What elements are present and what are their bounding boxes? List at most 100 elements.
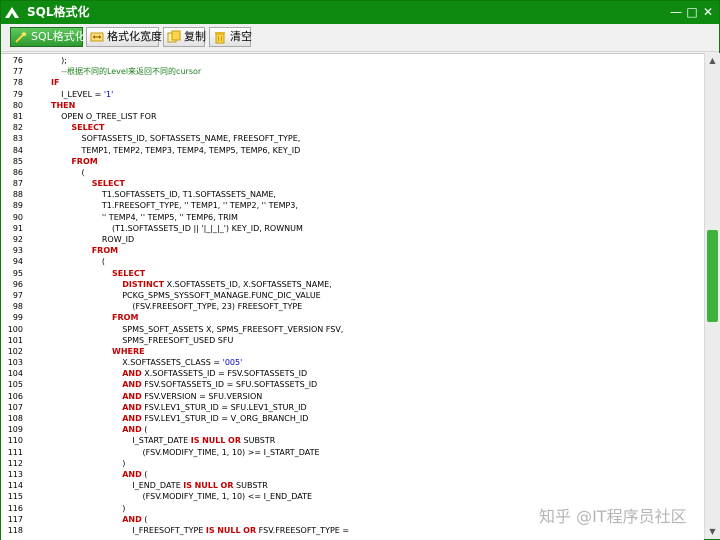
watermark: 知乎 @IT程序员社区 (539, 507, 687, 526)
code-line: 88 T1.SOFTASSETS_ID, T1.SOFTASSETS_NAME, (1, 189, 704, 200)
line-number: 79 (12, 89, 23, 99)
code-line: 82 SELECT (1, 122, 704, 133)
line-number: 84 (12, 145, 23, 155)
code-line: 94 ( (1, 256, 704, 267)
line-number: 108 (7, 414, 23, 423)
line-text: SOFTASSETS_ID, SOFTASSETS_NAME, FREESOFT… (51, 134, 301, 144)
line-number: 104 (7, 369, 23, 379)
line-number: 93 (12, 246, 23, 256)
copy-label: 复制 (184, 30, 206, 43)
code-line: 105 AND FSV.SOFTASSETS_ID = SFU.SOFTASSE… (1, 379, 704, 390)
line-text: ) (51, 503, 126, 513)
copy-button[interactable]: 复制 (163, 27, 206, 47)
code-line: 93 FROM (1, 245, 704, 256)
line-text: SELECT (91, 179, 125, 189)
code-line: 78 IF (1, 77, 704, 88)
code-line: 95 SELECT (1, 268, 704, 279)
line-text: SELECT (112, 268, 146, 278)
line-number: 112 (7, 458, 23, 468)
code-line: 100 SPMS_SOFT_ASSETS X, SPMS_FREESOFT_VE… (1, 324, 704, 335)
line-text: WHERE (112, 346, 145, 356)
line-number: 76 (12, 56, 23, 65)
scroll-down-icon[interactable]: ▼ (705, 524, 720, 539)
line-number: 116 (7, 503, 23, 513)
line-text: ) (51, 458, 126, 468)
code-line: 76 ); (1, 55, 704, 66)
line-number: 87 (12, 179, 23, 189)
title-bar: SQL格式化 — □ ✕ (1, 1, 719, 24)
line-text: AND FSV.SOFTASSETS_ID = SFU.SOFTASSETS_I… (122, 380, 318, 390)
line-number: 82 (12, 123, 23, 133)
code-line: 83 SOFTASSETS_ID, SOFTASSETS_NAME, FREES… (1, 133, 704, 144)
line-number: 106 (7, 391, 23, 401)
line-text: TEMP1, TEMP2, TEMP3, TEMP4, TEMP5, TEMP6… (51, 145, 301, 155)
code-line: 108 AND FSV.LEV1_STUR_ID = V_ORG_BRANCH_… (1, 413, 704, 424)
line-number: 98 (12, 302, 23, 312)
code-line: 84 TEMP1, TEMP2, TEMP3, TEMP4, TEMP5, TE… (1, 145, 704, 156)
clear-button[interactable]: 清空 (209, 27, 252, 47)
line-number: 89 (12, 201, 23, 211)
line-text: FROM (71, 156, 98, 166)
code-line: 77 --根据不同的Level来返回不同的cursor (1, 66, 704, 77)
code-line: 110 I_START_DATE IS NULL OR SUBSTR (1, 435, 704, 446)
line-text: SELECT (71, 123, 105, 133)
line-text: OPEN O_TREE_LIST FOR (51, 111, 157, 121)
minimize-icon[interactable]: — (669, 5, 683, 19)
line-number: 113 (7, 469, 23, 479)
format-sql-button[interactable]: SQL格式化 (10, 27, 86, 47)
window-title: SQL格式化 (27, 5, 90, 19)
width-icon (90, 32, 104, 42)
vertical-scrollbar[interactable]: ▲ ▼ (704, 53, 720, 539)
line-text: IF (51, 78, 60, 88)
code-line: 103 X.SOFTASSETS_CLASS = '005' (1, 357, 704, 368)
code-line: 98 (FSV.FREESOFT_TYPE, 23) FREESOFT_TYPE (1, 301, 704, 312)
line-text: '' TEMP4, '' TEMP5, '' TEMP6, TRIM (51, 212, 238, 222)
line-number: 96 (12, 279, 23, 289)
scroll-up-icon[interactable]: ▲ (705, 53, 720, 68)
code-line: 112 ) (1, 458, 704, 469)
code-line: 81 OPEN O_TREE_LIST FOR (1, 111, 704, 122)
clear-label: 清空 (230, 30, 252, 43)
sql-formatter-window: SQL格式化 — □ ✕ SQL格式化 格式化宽度 复制 清空 76); 77… (0, 0, 720, 540)
line-text: AND FSV.LEV1_STUR_ID = V_ORG_BRANCH_ID (122, 414, 309, 423)
line-text: (FSV.FREESOFT_TYPE, 23) FREESOFT_TYPE (51, 302, 303, 312)
close-icon[interactable]: ✕ (701, 5, 715, 19)
format-width-button[interactable]: 格式化宽度 (86, 27, 162, 47)
line-text: I_START_DATE IS NULL OR SUBSTR (51, 436, 276, 446)
line-number: 107 (7, 402, 23, 412)
line-number: 97 (12, 290, 23, 300)
code-line: 109 AND ( (1, 424, 704, 435)
line-number: 105 (7, 380, 23, 390)
code-line: 85 FROM (1, 156, 704, 167)
code-line: 101 SPMS_FREESOFT_USED SFU (1, 335, 704, 346)
line-number: 92 (12, 235, 23, 244)
line-text: AND ( (122, 425, 148, 435)
line-number: 101 (7, 335, 23, 345)
line-text: SPMS_SOFT_ASSETS X, SPMS_FREESOFT_VERSIO… (51, 324, 344, 334)
maximize-icon[interactable]: □ (685, 5, 699, 19)
format-width-label: 格式化宽度 (107, 30, 162, 43)
app-logo-icon (5, 7, 19, 18)
code-line: 106 AND FSV.VERSION = SFU.VERSION (1, 391, 704, 402)
line-number: 103 (7, 358, 23, 368)
scroll-thumb[interactable] (707, 230, 718, 322)
code-line: 79 I_LEVEL = '1' (1, 89, 704, 100)
line-number: 117 (7, 514, 23, 524)
line-text: I_END_DATE IS NULL OR SUBSTR (51, 481, 268, 491)
line-number: 85 (12, 156, 23, 166)
line-number: 95 (12, 268, 23, 278)
sql-editor[interactable]: 76 ); 77 --根据不同的Level来返回不同的cursor 78 IF 79 I… (1, 53, 704, 540)
line-text: ( (51, 167, 85, 177)
code-line: 111 (FSV.MODIFY_TIME, 1, 10) >= I_START_… (1, 447, 704, 458)
toolbar: SQL格式化 格式化宽度 复制 清空 (1, 24, 719, 52)
code-line: 113 AND ( (1, 469, 704, 480)
line-text: ); (51, 56, 67, 65)
line-number: 109 (7, 425, 23, 435)
code-line: 104 AND X.SOFTASSETS_ID = FSV.SOFTASSETS… (1, 368, 704, 379)
line-number: 100 (7, 324, 23, 334)
line-text: FROM (112, 313, 139, 323)
format-sql-label: SQL格式化 (31, 30, 86, 43)
line-number: 78 (12, 78, 23, 88)
line-text: (T1.SOFTASSETS_ID || '|_|_|_') KEY_ID, R… (51, 223, 303, 233)
line-text: X.SOFTASSETS_CLASS = '005' (51, 358, 243, 368)
